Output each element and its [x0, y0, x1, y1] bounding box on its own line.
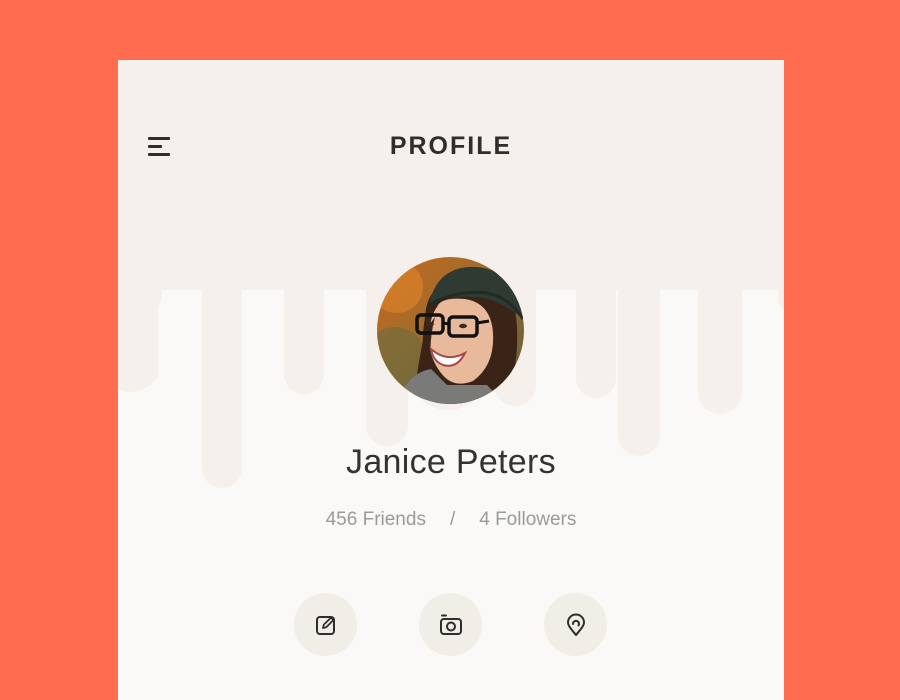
avatar — [377, 257, 524, 404]
camera-icon — [439, 614, 462, 635]
friends-count[interactable]: 456 Friends — [326, 509, 426, 530]
followers-count[interactable]: 4 Followers — [479, 509, 576, 530]
profile-stats: 456 Friends / 4 Followers — [118, 509, 784, 531]
location-button[interactable] — [544, 593, 607, 656]
stats-separator: / — [449, 509, 456, 530]
edit-icon — [315, 615, 335, 635]
camera-button[interactable] — [419, 593, 482, 656]
page-title: PROFILE — [389, 132, 513, 160]
edit-button[interactable] — [294, 593, 357, 656]
avatar-photo — [377, 257, 524, 404]
profile-name: Janice Peters — [346, 443, 556, 481]
profile-card: PROFILE Janice Peters 456 Friends / 4 Fo… — [118, 60, 784, 700]
location-pin-icon — [566, 613, 585, 636]
